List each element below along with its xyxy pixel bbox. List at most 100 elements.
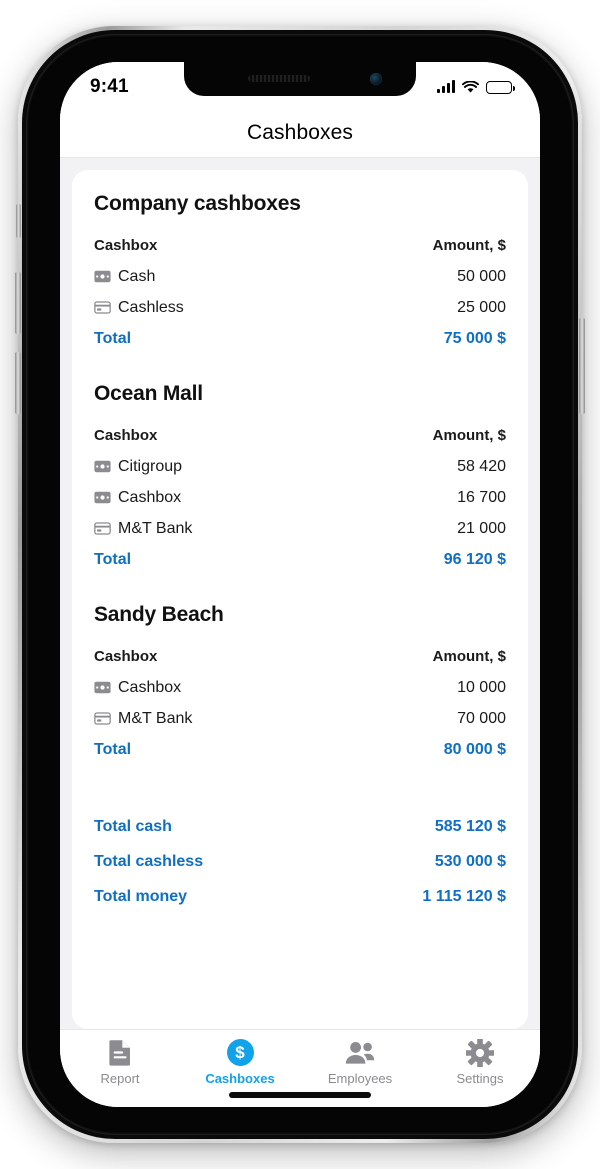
battery-icon (486, 80, 515, 94)
home-indicator[interactable] (229, 1092, 371, 1098)
cashbox-label: Cashbox (118, 678, 182, 696)
table-row[interactable]: Cashbox 10 000 (94, 672, 506, 703)
status-bar-indicators (437, 80, 515, 94)
notch (184, 62, 416, 96)
cellular-signal-icon (437, 80, 455, 93)
column-header-amount: Amount, $ (432, 237, 506, 254)
cashbox-name: Cashbox (94, 489, 181, 507)
phone-screen: 9:41 Cashboxes Company cashboxes Cashbox A… (60, 62, 540, 1107)
tab-icon (345, 1039, 375, 1066)
screenshot-root: 9:41 Cashboxes Company cashboxes Cashbox A… (0, 0, 600, 1169)
tab-icon (466, 1038, 494, 1067)
cashbox-label: Cash (118, 267, 156, 285)
credit-card-icon (94, 301, 111, 314)
section-total-label: Total (94, 329, 132, 347)
cashbox-name: Cashless (94, 299, 184, 317)
grand-total-amount: 585 120 $ (434, 817, 506, 835)
grand-total-label: Total cashless (94, 852, 204, 870)
cashbox-name: M&T Bank (94, 710, 192, 728)
earpiece-speaker-icon (248, 75, 310, 82)
table-header-row: Cashbox Amount, $ (94, 641, 506, 672)
gear-icon (466, 1038, 494, 1067)
cashbox-label: M&T Bank (118, 519, 193, 537)
cash-banknote-icon (94, 681, 111, 694)
tab-label: Report (100, 1071, 140, 1086)
table-row[interactable]: Cashless 25 000 (94, 292, 506, 323)
section-total-label: Total (94, 740, 132, 758)
volume-up-button[interactable] (15, 272, 21, 334)
table-row[interactable]: Cashbox 16 700 (94, 482, 506, 513)
cashbox-label: Cashless (118, 298, 184, 316)
cashbox-name: Cash (94, 268, 155, 286)
cashbox-name: Cashbox (94, 679, 181, 697)
tab-icon (108, 1039, 132, 1066)
section-total-label: Total (94, 550, 132, 568)
table-row[interactable]: M&T Bank 21 000 (94, 513, 506, 544)
cashbox-section: Sandy Beach Cashbox Amount, $ Cashbox 10 000… (94, 603, 506, 765)
section-total-amount: 80 000 $ (443, 740, 506, 758)
grand-total-row: Total cash 585 120 $ (94, 809, 506, 844)
cashbox-label: Citigroup (118, 457, 183, 475)
cashbox-amount: 10 000 (457, 678, 506, 696)
cash-banknote-icon (94, 270, 111, 283)
tab-label: Employees (327, 1071, 393, 1086)
column-header-name: Cashbox (94, 427, 158, 444)
grand-total-label: Total money (94, 887, 188, 905)
table-row[interactable]: Cash 50 000 (94, 261, 506, 292)
table-header-row: Cashbox Amount, $ (94, 420, 506, 451)
column-header-amount: Amount, $ (432, 427, 506, 444)
section-total-row: Total 75 000 $ (94, 323, 506, 354)
cashbox-amount: 16 700 (457, 488, 506, 506)
section-total-amount: 96 120 $ (443, 550, 506, 568)
cashbox-name: Citigroup (94, 458, 182, 476)
cash-banknote-icon (94, 460, 111, 473)
people-group-icon (345, 1041, 375, 1064)
page-title: Cashboxes (247, 120, 353, 144)
column-header-name: Cashbox (94, 648, 158, 665)
tab-cashboxes[interactable]: $ Cashboxes (180, 1039, 300, 1086)
cashbox-amount: 21 000 (457, 519, 506, 537)
sections-container: Company cashboxes Cashbox Amount, $ Cash 50 … (94, 192, 506, 765)
grand-total-amount: 1 115 120 $ (422, 887, 506, 905)
cashbox-section: Ocean Mall Cashbox Amount, $ Citigroup 58 42… (94, 382, 506, 575)
cash-banknote-icon (94, 491, 111, 504)
section-total-amount: 75 000 $ (443, 329, 506, 347)
wifi-icon (462, 80, 479, 93)
section-total-row: Total 80 000 $ (94, 734, 506, 765)
status-bar-time: 9:41 (90, 76, 129, 97)
cashbox-name: M&T Bank (94, 520, 192, 538)
dollar-circle-icon: $ (226, 1039, 254, 1066)
table-row[interactable]: M&T Bank 70 000 (94, 703, 506, 734)
section-title: Sandy Beach (94, 603, 224, 626)
content-scroll-area[interactable]: Company cashboxes Cashbox Amount, $ Cash 50 … (60, 158, 540, 1029)
tab-icon: $ (226, 1039, 254, 1066)
cashbox-label: Cashbox (118, 488, 182, 506)
volume-down-button[interactable] (15, 352, 21, 414)
document-report-icon (108, 1040, 130, 1066)
grand-total-row: Total cashless 530 000 $ (94, 844, 506, 879)
credit-card-icon (94, 712, 111, 725)
tab-label: Cashboxes (205, 1071, 275, 1086)
column-header-amount: Amount, $ (432, 648, 506, 665)
grand-total-row: Total money 1 115 120 $ (94, 879, 506, 914)
tab-report[interactable]: Report (60, 1039, 180, 1086)
section-title: Company cashboxes (94, 192, 301, 215)
section-total-row: Total 96 120 $ (94, 544, 506, 575)
cashbox-amount: 25 000 (457, 298, 506, 316)
grand-total-amount: 530 000 $ (434, 852, 506, 870)
cashbox-amount: 58 420 (457, 457, 506, 475)
cashbox-amount: 70 000 (457, 709, 506, 727)
grand-total-label: Total cash (94, 817, 172, 835)
column-header-name: Cashbox (94, 237, 158, 254)
power-button[interactable] (579, 318, 585, 414)
table-row[interactable]: Citigroup 58 420 (94, 451, 506, 482)
grand-totals-group: Total cash 585 120 $ Total cashless 530 000… (94, 809, 506, 914)
tab-settings[interactable]: Settings (420, 1038, 540, 1086)
silent-switch-button[interactable] (16, 204, 21, 238)
tab-label: Settings (456, 1071, 504, 1086)
tab-employees[interactable]: Employees (300, 1039, 420, 1086)
section-title: Ocean Mall (94, 382, 203, 405)
cashbox-section: Company cashboxes Cashbox Amount, $ Cash 50 … (94, 192, 506, 354)
table-header-row: Cashbox Amount, $ (94, 230, 506, 261)
cashbox-amount: 50 000 (457, 267, 506, 285)
